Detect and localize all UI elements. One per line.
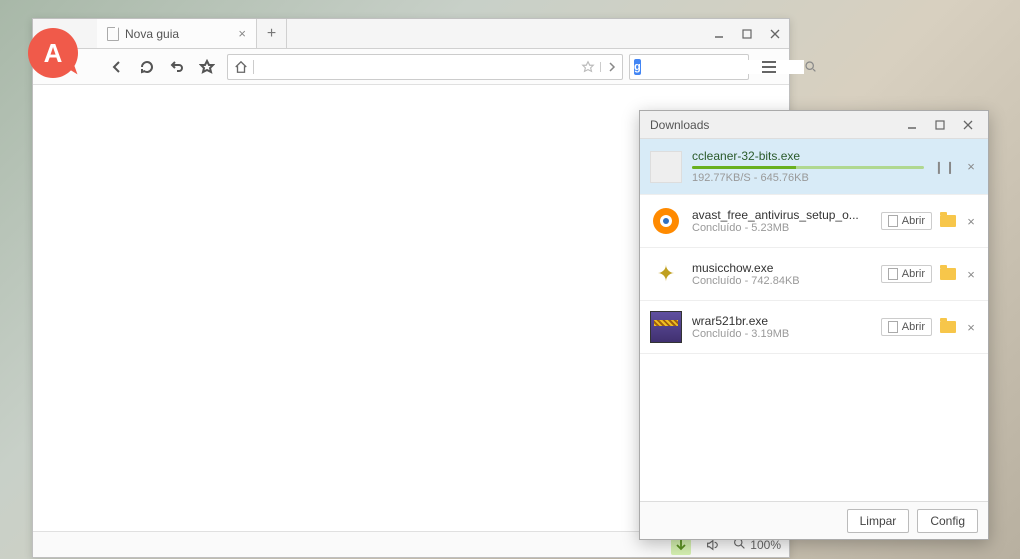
downloads-title: Downloads	[650, 118, 709, 132]
remove-button[interactable]: ×	[964, 214, 978, 229]
address-bar[interactable]	[227, 54, 623, 80]
window-controls	[705, 19, 789, 48]
download-item[interactable]: ccleaner-32-bits.exe 192.77KB/S - 645.76…	[640, 139, 988, 195]
favorite-icon[interactable]	[576, 60, 600, 74]
search-bar[interactable]: g	[629, 54, 749, 80]
document-icon	[888, 215, 898, 227]
clear-button[interactable]: Limpar	[847, 509, 910, 533]
downloads-titlebar[interactable]: Downloads	[640, 111, 988, 139]
file-icon	[650, 151, 682, 183]
address-input[interactable]	[254, 60, 576, 74]
close-button[interactable]	[761, 19, 789, 49]
tab-strip: Nova guia × +	[33, 19, 789, 49]
downloads-maximize-button[interactable]	[926, 110, 954, 140]
new-tab-button[interactable]: +	[257, 19, 287, 48]
download-name: avast_free_antivirus_setup_o...	[692, 208, 871, 222]
app-logo: A	[28, 28, 78, 78]
download-sub: Concluído - 3.19MB	[692, 328, 871, 340]
open-button[interactable]: Abrir	[881, 212, 932, 230]
download-sub: 192.77KB/S - 645.76KB	[692, 172, 924, 184]
document-icon	[888, 321, 898, 333]
downloads-minimize-button[interactable]	[898, 110, 926, 140]
bookmark-star-button[interactable]	[193, 53, 221, 81]
go-button[interactable]	[600, 62, 622, 72]
downloads-list: ccleaner-32-bits.exe 192.77KB/S - 645.76…	[640, 139, 988, 501]
downloads-panel: Downloads ccleaner-32-bits.exe 192.77KB/…	[639, 110, 989, 540]
open-button[interactable]: Abrir	[881, 265, 932, 283]
download-item[interactable]: wrar521br.exe Concluído - 3.19MB Abrir ×	[640, 301, 988, 354]
undo-button[interactable]	[163, 53, 191, 81]
download-name: musicchow.exe	[692, 261, 871, 275]
tab-active[interactable]: Nova guia ×	[97, 19, 257, 48]
download-sub: Concluído - 5.23MB	[692, 222, 871, 234]
open-button[interactable]: Abrir	[881, 318, 932, 336]
file-icon	[650, 205, 682, 237]
open-folder-button[interactable]	[940, 268, 956, 280]
file-icon: ✦	[650, 258, 682, 290]
file-icon	[650, 311, 682, 343]
download-name: ccleaner-32-bits.exe	[692, 149, 924, 163]
reload-button[interactable]	[133, 53, 161, 81]
pause-button[interactable]: ❙❙	[934, 160, 956, 174]
tab-title: Nova guia	[125, 27, 179, 41]
open-folder-button[interactable]	[940, 215, 956, 227]
tab-close-icon[interactable]: ×	[238, 26, 246, 41]
search-provider-icon: g	[634, 59, 641, 75]
toolbar: g	[33, 49, 789, 85]
remove-button[interactable]: ×	[964, 320, 978, 335]
home-button[interactable]	[228, 60, 254, 74]
download-sub: Concluído - 742.84KB	[692, 275, 871, 287]
menu-button[interactable]	[755, 53, 783, 81]
download-name: wrar521br.exe	[692, 314, 871, 328]
back-button[interactable]	[103, 53, 131, 81]
app-logo-letter: A	[44, 38, 63, 69]
download-item[interactable]: ✦ musicchow.exe Concluído - 742.84KB Abr…	[640, 248, 988, 301]
config-button[interactable]: Config	[917, 509, 978, 533]
remove-button[interactable]: ×	[964, 267, 978, 282]
download-progress	[692, 166, 924, 169]
downloads-close-button[interactable]	[954, 110, 982, 140]
download-item[interactable]: avast_free_antivirus_setup_o... Concluíd…	[640, 195, 988, 248]
maximize-button[interactable]	[733, 19, 761, 49]
downloads-footer: Limpar Config	[640, 501, 988, 539]
search-icon[interactable]	[804, 60, 817, 73]
remove-button[interactable]: ×	[964, 159, 978, 174]
page-icon	[107, 27, 119, 41]
minimize-button[interactable]	[705, 19, 733, 49]
open-folder-button[interactable]	[940, 321, 956, 333]
document-icon	[888, 268, 898, 280]
